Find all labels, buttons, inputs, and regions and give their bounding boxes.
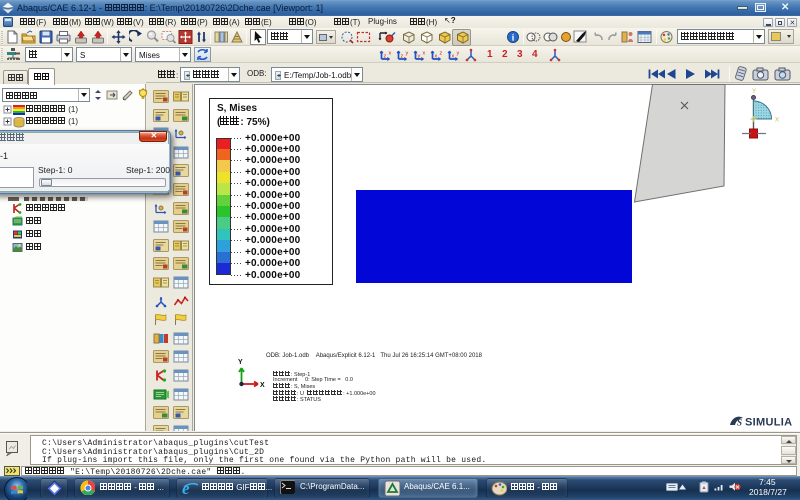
svg-text:x: x xyxy=(435,54,438,60)
svg-text:x: x xyxy=(389,51,392,57)
svg-text:z: z xyxy=(384,54,387,60)
svg-text:S: S xyxy=(737,418,742,428)
svg-text:z: z xyxy=(440,51,443,57)
svg-text:e: e xyxy=(182,479,190,496)
svg-text:y: y xyxy=(418,54,421,60)
svg-text:Y: Y xyxy=(238,359,243,366)
svg-text:X: X xyxy=(775,118,779,124)
svg-text:z: z xyxy=(401,54,404,60)
svg-text:y: y xyxy=(457,51,460,57)
svg-text:Y: Y xyxy=(752,89,756,95)
svg-text:x: x xyxy=(452,54,455,60)
svg-text:y: y xyxy=(406,51,409,57)
svg-text:X: X xyxy=(260,382,265,389)
svg-text:SIMULIA: SIMULIA xyxy=(745,417,792,429)
svg-text:x: x xyxy=(423,51,426,57)
